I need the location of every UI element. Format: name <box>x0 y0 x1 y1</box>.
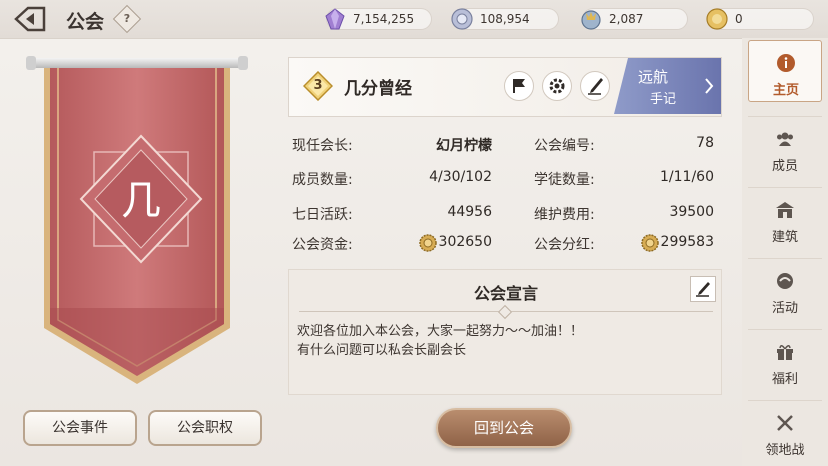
edit-name-button[interactable] <box>580 71 610 101</box>
crossed-swords-icon <box>777 415 793 431</box>
guild-header: 3 几分曾经 远航 手记 <box>288 57 722 117</box>
guild-name: 几分曾经 <box>344 79 412 99</box>
return-to-guild-button[interactable]: 回到公会 <box>436 408 572 448</box>
back-arrow-icon[interactable] <box>14 6 50 32</box>
banner-emblem-char: 几 <box>121 178 161 224</box>
nav-item-welfare[interactable]: 福利 <box>748 329 822 391</box>
declaration-title: 公会宣言 <box>473 284 538 303</box>
resource-value: 0 <box>735 12 743 26</box>
members-icon <box>777 132 793 146</box>
silver-medal-icon <box>451 8 473 30</box>
quill-icon <box>696 282 710 297</box>
voyage-label-line1: 远航 <box>638 68 669 86</box>
members-value: 4/30/102 <box>429 169 492 185</box>
top-divider <box>0 38 828 39</box>
nav-item-territory-war[interactable]: 领地战 <box>748 400 822 462</box>
divider-gem <box>497 304 513 320</box>
nav-label: 成员 <box>771 159 798 174</box>
nav-label: 福利 <box>771 372 798 387</box>
resource-value: 7,154,255 <box>353 12 415 26</box>
weekly-active-label: 七日活跃: <box>292 207 353 223</box>
resource-crystal[interactable]: 7,154,255 <box>325 8 432 30</box>
guild-level: 3 <box>313 78 323 93</box>
leader-value: 幻月柠檬 <box>436 138 492 154</box>
quill-icon <box>588 78 603 95</box>
resource-value: 108,954 <box>480 12 530 26</box>
gear-icon <box>549 78 565 94</box>
resource-medal[interactable]: 108,954 <box>451 8 559 30</box>
scholars-label: 学徒数量: <box>534 172 595 188</box>
building-icon <box>776 202 794 218</box>
resource-gold[interactable]: 0 <box>706 8 814 30</box>
nav-label: 活动 <box>771 301 798 316</box>
guild-permissions-button[interactable]: 公会职权 <box>148 410 262 446</box>
guild-declaration: 公会宣言 欢迎各位加入本公会，大家一起努力～～加油！！ 有什么问题可以私会长副会… <box>288 269 722 395</box>
nav-item-buildings[interactable]: 建筑 <box>748 187 822 249</box>
funds-value: 302650 <box>438 234 492 250</box>
guild-id-value: 78 <box>696 135 714 151</box>
declaration-line: 有什么问题可以私会长副会长 <box>297 343 467 358</box>
side-nav: 主页 成员 建筑 活动 福利 领地战 <box>742 38 828 466</box>
page-title: 公会 <box>66 11 105 33</box>
members-label: 成员数量: <box>292 172 353 188</box>
leader-label: 现任会长: <box>292 138 353 154</box>
flag-icon <box>513 79 525 93</box>
scholars-value: 1/11/60 <box>660 169 714 185</box>
gear-coin-icon <box>419 234 437 252</box>
dividend-value: 299583 <box>660 234 714 250</box>
declaration-line: 欢迎各位加入本公会，大家一起努力～～加油！！ <box>297 324 584 339</box>
nav-item-members[interactable]: 成员 <box>748 116 822 178</box>
settings-button[interactable] <box>542 71 572 101</box>
weekly-active-value: 44956 <box>447 204 492 220</box>
activity-icon <box>777 273 793 289</box>
funds-label: 公会资金: <box>292 237 353 253</box>
upkeep-value: 39500 <box>669 204 714 220</box>
guild-token-icon <box>581 10 601 30</box>
flag-button[interactable] <box>504 71 534 101</box>
nav-item-home[interactable]: 主页 <box>748 40 822 102</box>
declaration-text: 欢迎各位加入本公会，大家一起努力～～加油！！ 有什么问题可以私会长副会长 <box>297 322 583 360</box>
gear-coin-icon <box>641 234 659 252</box>
upkeep-label: 维护费用: <box>534 207 595 223</box>
help-label: ? <box>123 12 131 25</box>
gold-coin-icon <box>706 8 728 30</box>
nav-label: 领地战 <box>765 443 805 458</box>
resource-value: 2,087 <box>609 12 644 26</box>
guild-events-button[interactable]: 公会事件 <box>23 410 137 446</box>
voyage-label-line2: 手记 <box>650 92 677 107</box>
guild-banner: 几 <box>26 56 248 388</box>
nav-label: 主页 <box>772 83 799 98</box>
guild-id-label: 公会编号: <box>534 138 595 154</box>
gift-icon <box>777 345 793 360</box>
info-icon <box>777 54 795 72</box>
edit-declaration-button[interactable] <box>690 276 716 302</box>
resource-token[interactable]: 2,087 <box>581 8 688 30</box>
dividend-label: 公会分红: <box>534 237 595 253</box>
nav-label: 建筑 <box>771 230 798 245</box>
nav-item-activities[interactable]: 活动 <box>748 258 822 320</box>
purple-crystal-icon <box>325 8 345 30</box>
